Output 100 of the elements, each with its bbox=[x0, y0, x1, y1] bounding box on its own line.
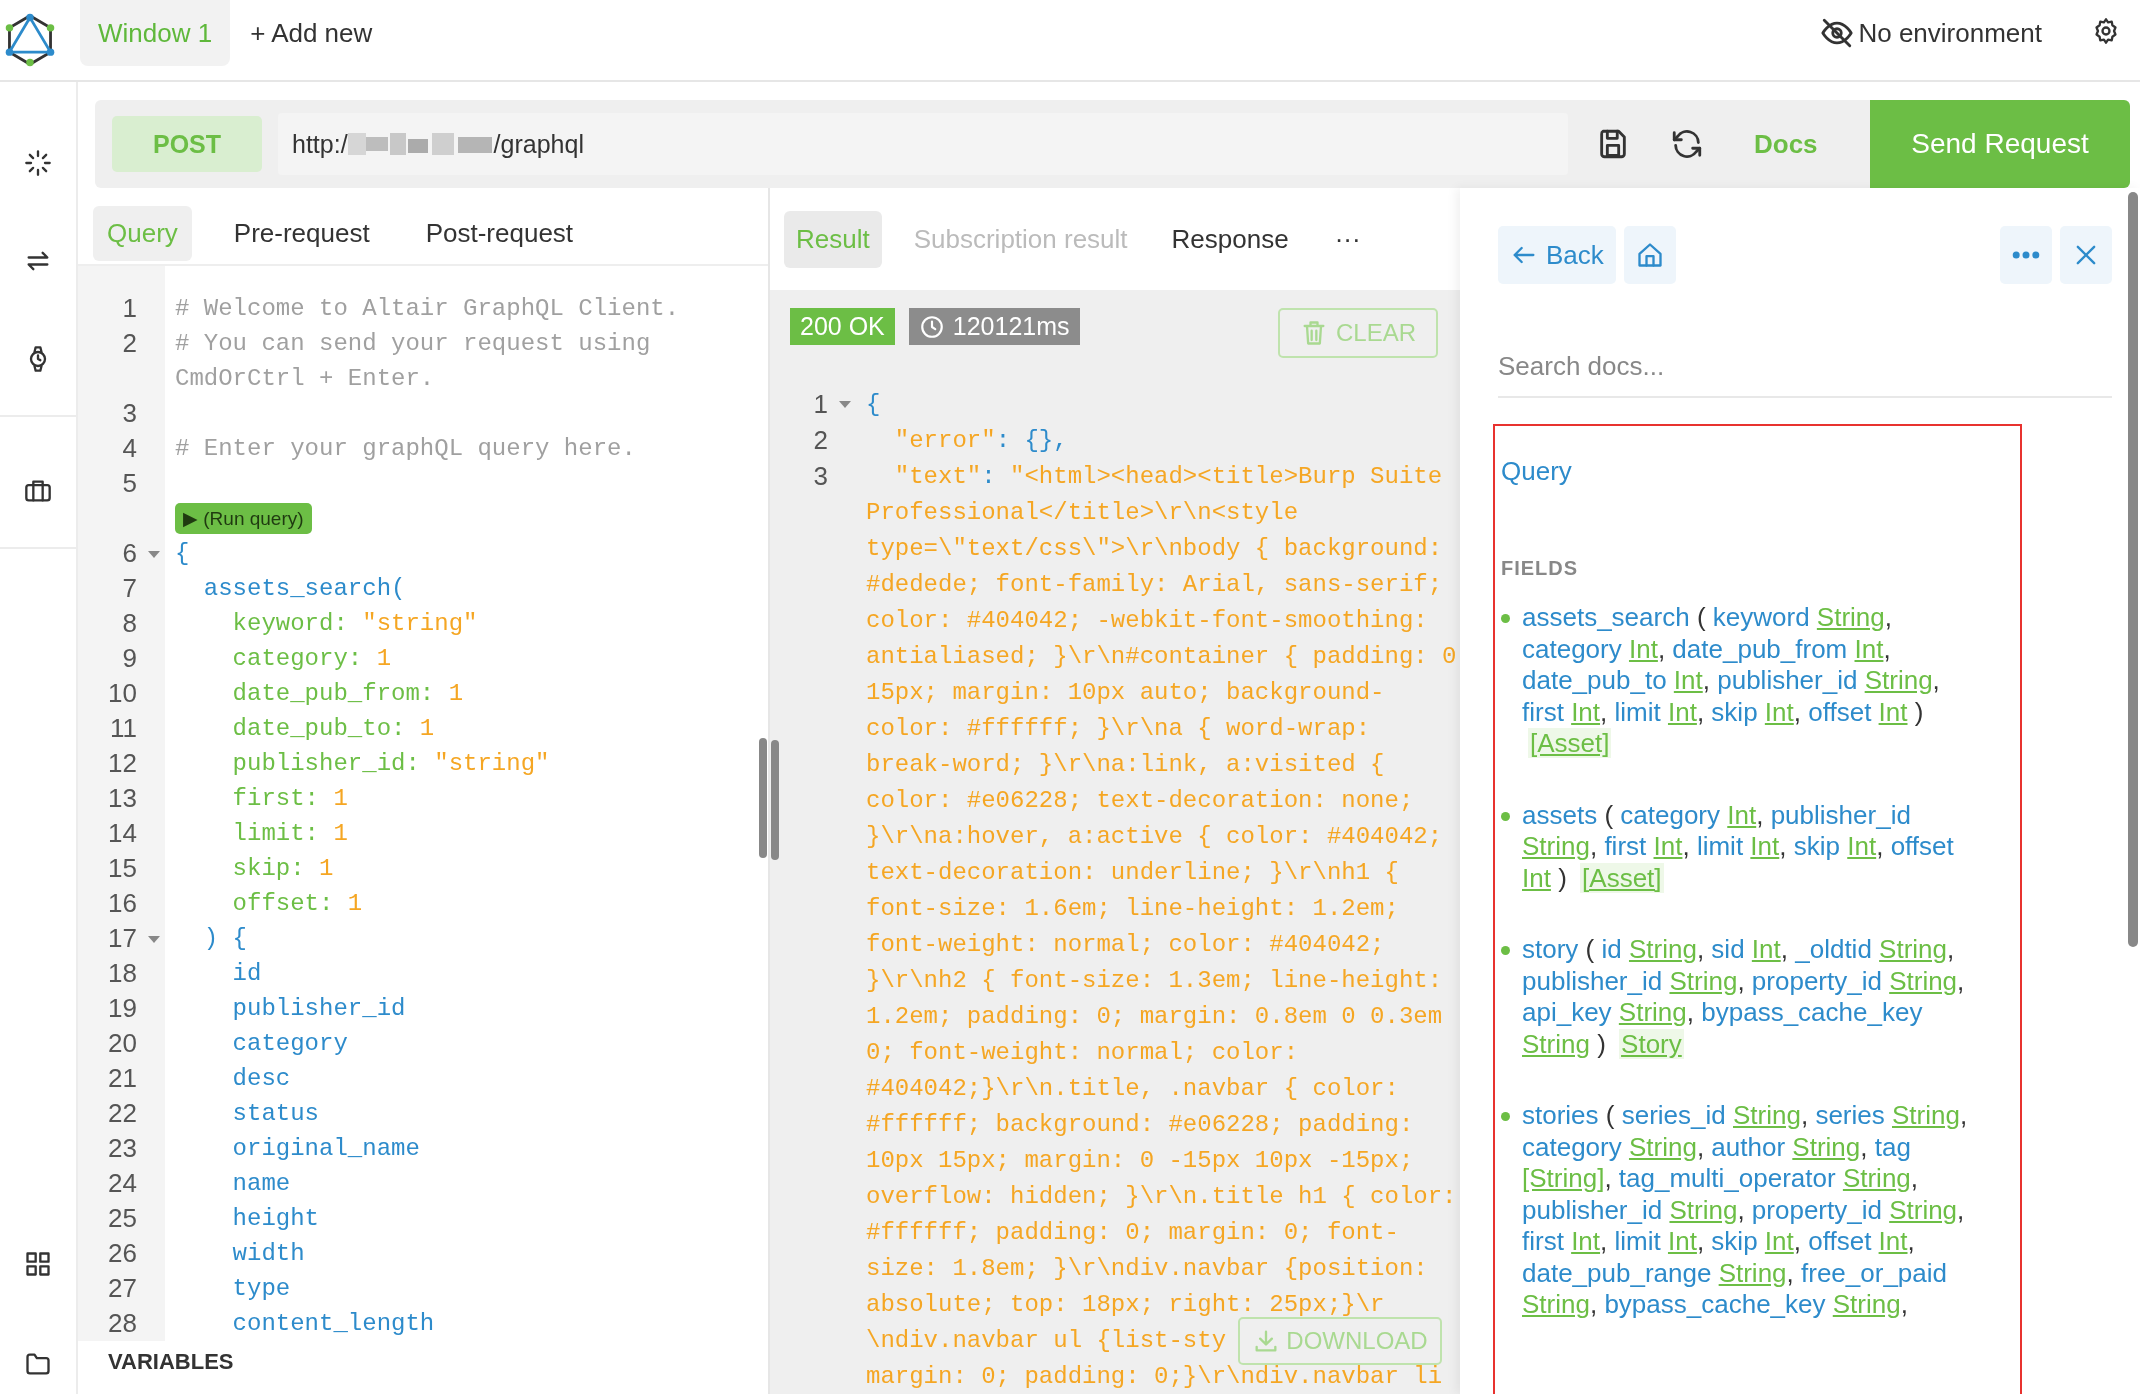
type-link[interactable]: [Asset] bbox=[1580, 862, 1664, 893]
fold-caret-icon[interactable] bbox=[838, 399, 852, 409]
code-line: height bbox=[231, 1205, 320, 1232]
line-number: 21 bbox=[108, 1063, 137, 1094]
type-link[interactable]: String bbox=[1889, 1194, 1958, 1225]
type-link[interactable]: Int bbox=[1847, 831, 1877, 861]
docs-button[interactable]: Docs bbox=[1748, 127, 1824, 161]
refresh-button[interactable] bbox=[1670, 127, 1704, 161]
type-link[interactable]: Int bbox=[1764, 1226, 1794, 1256]
result-tab[interactable]: Response bbox=[1159, 210, 1301, 268]
code-line: Professional</title>\r\n<style bbox=[865, 498, 1299, 526]
type-link[interactable]: String bbox=[1628, 934, 1697, 964]
sidebar-button[interactable] bbox=[24, 149, 52, 177]
type-link[interactable]: Int bbox=[1673, 665, 1703, 695]
type-link[interactable]: Int bbox=[1764, 696, 1794, 727]
code-line: #dedede; font-family: Arial, sans-serif; bbox=[865, 570, 1443, 598]
type-link[interactable]: Int bbox=[1667, 1226, 1697, 1256]
type-link[interactable]: String bbox=[1864, 665, 1933, 695]
more-button[interactable]: ··· bbox=[1328, 222, 1367, 256]
query-tab[interactable]: Query bbox=[93, 205, 192, 261]
type-link[interactable]: String bbox=[1889, 965, 1958, 996]
field-link[interactable]: assets_search bbox=[1522, 602, 1690, 632]
line-number: 24 bbox=[108, 1168, 137, 1199]
back-button[interactable]: Back bbox=[1498, 226, 1616, 284]
query-tab[interactable]: Pre-request bbox=[219, 205, 384, 261]
home-button[interactable] bbox=[1623, 226, 1676, 284]
type-link[interactable]: String bbox=[1733, 1100, 1801, 1130]
close-button[interactable] bbox=[2060, 226, 2112, 284]
line-number: 7 bbox=[122, 573, 137, 604]
code-line: absolute; top: 18px; right: 25px;}\r bbox=[865, 1290, 1385, 1318]
code-line: color: #ffffff; }\r\na { word-wrap: bbox=[865, 714, 1371, 742]
type-link[interactable]: Int bbox=[1571, 696, 1601, 727]
result-tab[interactable]: Result bbox=[784, 210, 882, 268]
field-link[interactable]: assets bbox=[1522, 799, 1598, 830]
code-line: # Enter your graphQL query here. bbox=[174, 435, 636, 462]
type-link[interactable]: Int bbox=[1751, 934, 1781, 964]
type-link[interactable]: Int bbox=[1522, 862, 1551, 893]
download-button[interactable]: DOWNLOAD bbox=[1238, 1317, 1442, 1365]
code-line: category: 1 bbox=[231, 645, 392, 672]
sidebar-button[interactable] bbox=[24, 1250, 52, 1278]
code-line: id bbox=[231, 960, 262, 987]
type-link[interactable]: String bbox=[1816, 602, 1885, 632]
code-line: }\r\na:hover, a:active { color: #404042; bbox=[865, 822, 1443, 850]
type-link[interactable]: String bbox=[1669, 1194, 1738, 1225]
query-tab[interactable]: Post-request bbox=[411, 205, 588, 261]
scrollbar[interactable] bbox=[771, 740, 779, 860]
environment-button[interactable]: No environment bbox=[1814, 0, 2048, 66]
fold-caret-icon[interactable] bbox=[147, 548, 161, 559]
type-link[interactable]: String bbox=[1842, 1163, 1911, 1193]
type-link[interactable]: String bbox=[1832, 1289, 1901, 1319]
field-signature: story ( id String, sid Int, _oldtid String, publisher_id String, property_id String, api_key String, bypass_cache_key String ) Story bbox=[1522, 934, 1966, 1060]
clear-button[interactable]: CLEAR bbox=[1278, 308, 1438, 358]
code-line: { bbox=[865, 390, 881, 418]
more-button[interactable] bbox=[2000, 226, 2052, 284]
fold-caret-icon[interactable] bbox=[147, 933, 161, 944]
type-link[interactable]: String bbox=[1522, 1028, 1590, 1059]
method-button[interactable]: POST bbox=[112, 116, 262, 172]
type-link[interactable]: String bbox=[1669, 965, 1738, 996]
line-number: 3 bbox=[122, 398, 137, 429]
type-link[interactable]: Int bbox=[1878, 1226, 1908, 1256]
code-line: desc bbox=[231, 1065, 291, 1092]
bullet-icon bbox=[1501, 811, 1510, 821]
type-link[interactable]: String bbox=[1522, 831, 1590, 861]
field-link[interactable]: story bbox=[1522, 934, 1579, 964]
code-line: CmdOrCtrl + Enter. bbox=[174, 365, 435, 392]
type-link[interactable]: Query bbox=[1501, 456, 1572, 487]
code-line: size: 1.8em; }\r\ndiv.navbar {position: bbox=[865, 1254, 1428, 1282]
line-number: 6 bbox=[122, 538, 137, 569]
code-line: category bbox=[231, 1030, 348, 1057]
type-link[interactable]: Int bbox=[1571, 1226, 1601, 1256]
run-query-button[interactable]: ▶ (Run query) bbox=[175, 503, 312, 534]
type-link[interactable]: String bbox=[1618, 997, 1687, 1027]
type-link[interactable]: String bbox=[1792, 1131, 1861, 1162]
line-number: 9 bbox=[122, 643, 137, 674]
home-icon bbox=[1635, 241, 1664, 269]
type-link[interactable]: String bbox=[1522, 1289, 1590, 1319]
add-window-button[interactable]: + Add new bbox=[244, 0, 379, 66]
type-link[interactable]: String bbox=[1892, 1100, 1960, 1130]
send-request-button[interactable]: Send Request bbox=[1870, 100, 2130, 188]
type-link[interactable]: String bbox=[1879, 934, 1947, 964]
type-link[interactable]: Int bbox=[1628, 633, 1658, 664]
settings-button[interactable] bbox=[2092, 17, 2120, 45]
type-link[interactable]: String bbox=[1718, 1257, 1787, 1288]
scrollbar[interactable] bbox=[759, 738, 767, 858]
type-link[interactable]: String bbox=[1628, 1131, 1697, 1162]
type-link[interactable]: Int bbox=[1727, 799, 1757, 830]
code-line: first: 1 bbox=[231, 785, 348, 812]
window-tab[interactable]: Window 1 bbox=[80, 0, 231, 66]
code-line: ) { bbox=[202, 925, 247, 952]
scrollbar[interactable] bbox=[2128, 192, 2138, 947]
type-link[interactable]: Story bbox=[1619, 1028, 1684, 1059]
type-link[interactable]: Int bbox=[1667, 696, 1697, 727]
code-line: limit: 1 bbox=[231, 820, 348, 847]
type-link[interactable]: [String] bbox=[1522, 1163, 1605, 1193]
field-link[interactable]: stories bbox=[1522, 1100, 1599, 1130]
type-link[interactable]: [Asset] bbox=[1528, 728, 1612, 758]
url-field[interactable]: http:/ /graphql bbox=[278, 113, 1568, 175]
line-number: 4 bbox=[122, 433, 137, 464]
type-link[interactable]: Int bbox=[1878, 696, 1908, 727]
search-docs-field[interactable]: Search docs... bbox=[1498, 336, 2112, 398]
